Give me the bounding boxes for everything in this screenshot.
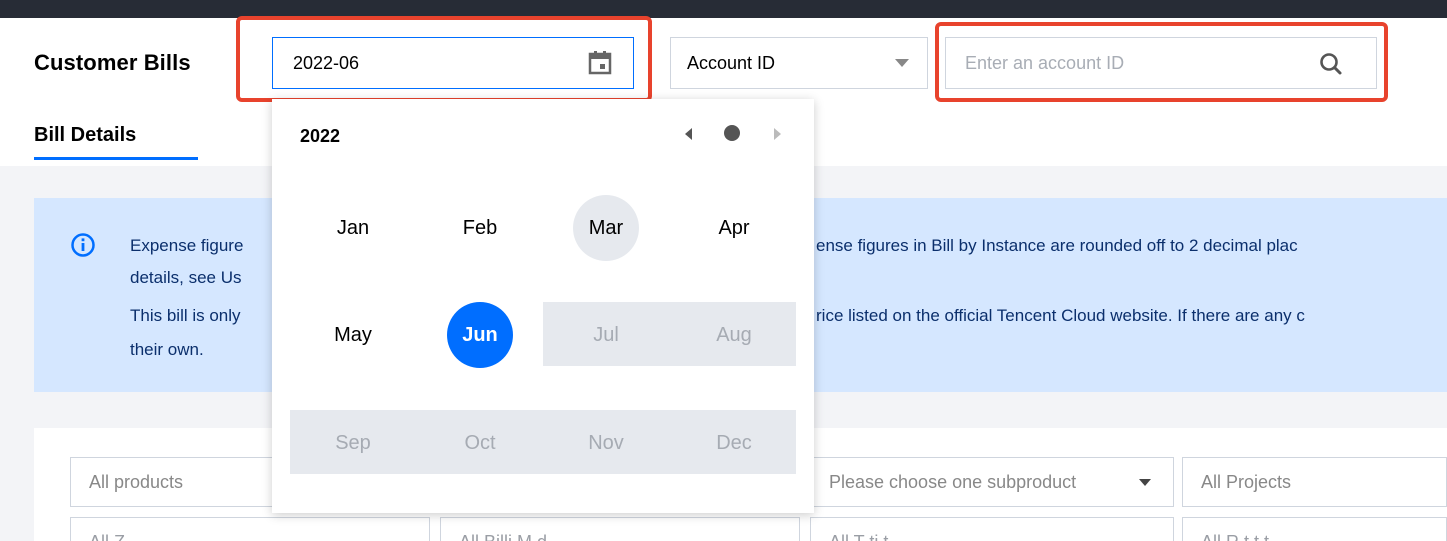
filter-label: All R t t t xyxy=(1201,532,1269,541)
month-cell-jan[interactable]: Jan xyxy=(320,195,386,261)
filter-label: All Billi M d xyxy=(459,532,547,541)
filter-label: All Projects xyxy=(1201,472,1292,492)
tab-bill-details[interactable]: Bill Details xyxy=(34,124,136,147)
banner-text: Expense figure xyxy=(130,236,244,255)
transaction-filter[interactable]: All T ti t xyxy=(810,517,1174,541)
month-cell-mar[interactable]: Mar xyxy=(573,195,639,261)
project-filter[interactable]: All Projects xyxy=(1182,457,1447,507)
filter-label: All products xyxy=(89,472,184,492)
banner-text: their own. xyxy=(130,340,204,359)
subproduct-filter[interactable]: Please choose one subproduct xyxy=(810,457,1174,507)
prev-year-icon[interactable] xyxy=(685,128,692,140)
filter-label: Please choose one subproduct xyxy=(829,472,1077,492)
billing-mode-filter[interactable]: All Billi M d xyxy=(440,517,800,541)
banner-text: ense figures in Bill by Instance are rou… xyxy=(816,236,1298,255)
filter-label: All Z xyxy=(89,532,125,541)
banner-text: rice listed on the official Tencent Clou… xyxy=(816,306,1305,325)
account-type-select[interactable]: Account ID xyxy=(670,37,928,89)
banner-text: This bill is only xyxy=(130,306,241,325)
top-navbar xyxy=(0,0,1447,18)
month-cell-may[interactable]: May xyxy=(320,302,386,368)
banner-text: details, see Us xyxy=(130,268,242,287)
page-title: Customer Bills xyxy=(34,50,191,75)
caret-down-icon xyxy=(895,59,909,67)
info-icon xyxy=(71,233,95,257)
active-tab-indicator xyxy=(34,157,198,160)
filter-label: All T ti t xyxy=(829,532,888,541)
month-cell-jul: Jul xyxy=(593,324,619,346)
resource-filter[interactable]: All R t t t xyxy=(1182,517,1447,541)
month-cell-jun[interactable]: Jun xyxy=(447,302,513,368)
month-picker-popup: 2022 Jan Feb Mar Apr May Jun Jul Aug Sep Oct Nov De… xyxy=(272,99,814,513)
month-cell-sep: Sep xyxy=(335,432,371,454)
month-cell-feb[interactable]: Feb xyxy=(447,195,513,261)
account-type-value: Account ID xyxy=(687,53,776,73)
month-cell-dec: Dec xyxy=(716,432,752,454)
month-cell-oct: Oct xyxy=(464,432,496,454)
next-year-icon[interactable] xyxy=(774,128,781,140)
current-year-dot-icon[interactable] xyxy=(724,125,740,141)
zone-filter[interactable]: All Z xyxy=(70,517,430,541)
highlight-box-date xyxy=(236,16,652,102)
picker-year[interactable]: 2022 xyxy=(300,126,340,147)
highlight-box-search xyxy=(935,22,1388,102)
month-cell-nov: Nov xyxy=(588,432,624,454)
month-cell-aug: Aug xyxy=(716,324,752,346)
caret-down-icon xyxy=(1139,479,1151,486)
month-cell-apr[interactable]: Apr xyxy=(701,195,767,261)
